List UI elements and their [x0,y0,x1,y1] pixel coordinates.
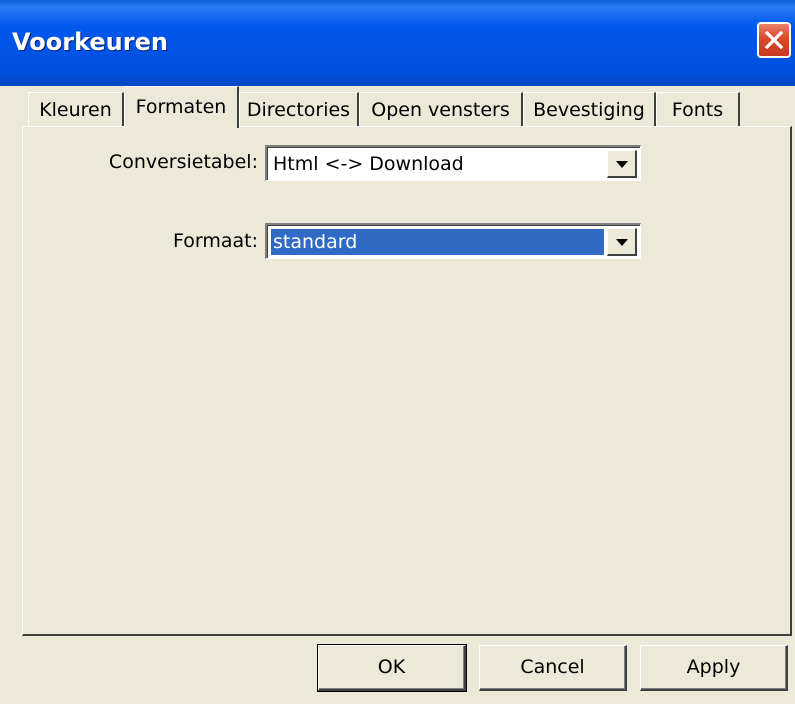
formaat-value: standard [271,229,604,255]
conversietabel-label: Conversietabel: [108,151,258,173]
close-button[interactable] [757,22,791,58]
tab-label: Directories [246,99,351,121]
cancel-button-label: Cancel [520,656,585,678]
formaat-dropdown-button[interactable] [607,228,637,256]
formaat-label: Formaat: [173,230,258,252]
tab-label: Kleuren [39,99,112,121]
conversietabel-dropdown-button[interactable] [607,150,637,178]
apply-button-label: Apply [686,656,741,678]
tab-label: Fonts [671,99,724,121]
conversietabel-value: Html <-> Download [273,153,464,175]
tab-formaten[interactable]: Formaten [124,86,239,128]
tab-label: Bevestiging [533,99,645,121]
tab-label: Formaten [135,96,227,118]
tab-label: Open vensters [371,99,510,121]
tab-kleuren[interactable]: Kleuren [28,92,124,126]
tab-open-vensters[interactable]: Open vensters [359,92,523,126]
tab-directories[interactable]: Directories [239,92,359,126]
apply-button[interactable]: Apply [640,645,788,691]
window-title: Voorkeuren [12,28,168,56]
ok-button[interactable]: OK [317,644,467,692]
conversietabel-select[interactable]: Html <-> Download [265,145,641,181]
formaat-select[interactable]: standard [265,223,641,259]
ok-button-label: OK [377,656,406,678]
tab-panel-formaten: Conversietabel: Html <-> Download Formaa… [22,126,792,636]
tab-bevestiging[interactable]: Bevestiging [523,92,656,126]
cancel-button[interactable]: Cancel [479,645,627,691]
title-bar[interactable]: Voorkeuren [0,0,795,86]
tab-fonts[interactable]: Fonts [656,92,740,126]
